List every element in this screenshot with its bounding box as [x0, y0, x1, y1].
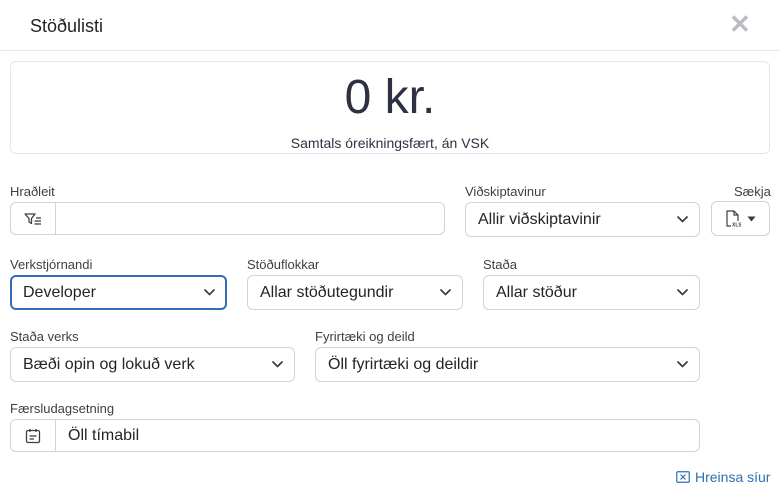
status-category-select[interactable]: Allar stöðutegundir [247, 275, 463, 310]
download-xls-button[interactable]: XLS [711, 201, 770, 236]
status-category-select-value: Allar stöðutegundir [260, 284, 394, 301]
calendar-icon [11, 420, 56, 451]
posting-date-label: Færsludagsetning [10, 401, 115, 416]
quick-search-input[interactable] [56, 203, 444, 234]
summary-card: 0 kr. Samtals óreikningsfært, án VSK [10, 61, 770, 154]
company-department-select[interactable]: Öll fyrirtæki og deildir [315, 347, 700, 382]
customer-label: Viðskiptavinur [465, 184, 546, 199]
quick-search-group [10, 202, 445, 235]
close-icon[interactable]: ✕ [729, 11, 751, 37]
customer-select-value: Allir viðskiptavinir [478, 211, 601, 228]
project-manager-label: Verkstjórnandi [10, 257, 93, 272]
status-label: Staða [483, 257, 517, 272]
clear-filters-link[interactable]: Hreinsa síur [676, 469, 770, 485]
status-category-label: Stöðuflokkar [247, 257, 320, 272]
svg-text:XLS: XLS [732, 222, 741, 228]
total-amount-caption: Samtals óreikningsfært, án VSK [290, 135, 490, 151]
project-status-select[interactable]: Bæði opin og lokuð verk [10, 347, 295, 382]
project-manager-select[interactable]: Developer [10, 275, 227, 310]
status-select[interactable]: Allar stöður [483, 275, 700, 310]
project-status-select-value: Bæði opin og lokuð verk [23, 356, 195, 373]
filter-list-icon [11, 203, 56, 234]
download-label: Sækja [734, 184, 771, 199]
project-status-label: Staða verks [10, 329, 79, 344]
modal-header: Stöðulisti ✕ [0, 0, 780, 51]
posting-date-picker[interactable]: Öll tímabil [10, 419, 700, 452]
posting-date-value: Öll tímabil [68, 427, 140, 444]
chevron-down-icon [271, 360, 284, 368]
modal-title: Stöðulisti [30, 16, 104, 36]
total-amount: 0 kr. [344, 71, 436, 124]
chevron-down-icon [203, 288, 216, 296]
chevron-down-icon [676, 360, 689, 368]
caret-down-icon [747, 216, 756, 221]
status-select-value: Allar stöður [496, 284, 577, 301]
project-manager-select-value: Developer [23, 284, 96, 301]
customer-select[interactable]: Allir viðskiptavinir [465, 202, 700, 237]
company-department-label: Fyrirtæki og deild [315, 329, 415, 344]
clear-filters-label: Hreinsa síur [695, 469, 771, 485]
quick-search-label: Hraðleit [10, 184, 55, 199]
chevron-down-icon [676, 215, 689, 223]
xls-file-icon: XLS [726, 209, 741, 228]
company-department-select-value: Öll fyrirtæki og deildir [328, 356, 479, 373]
clear-filter-icon [676, 471, 690, 483]
chevron-down-icon [439, 288, 452, 296]
chevron-down-icon [676, 288, 689, 296]
